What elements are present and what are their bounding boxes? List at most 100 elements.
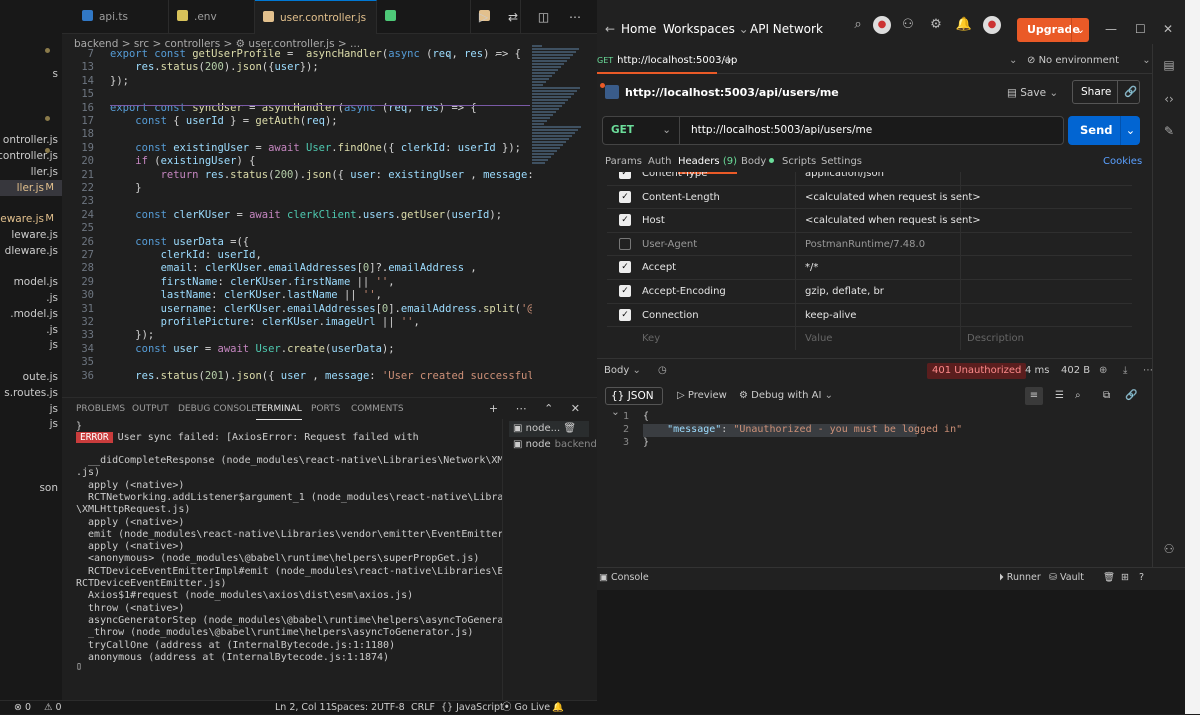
code-line[interactable]: const clerKUser = await clerkClient.user… (110, 209, 502, 221)
header-row[interactable]: User-Agent PostmanRuntime/7.48.0 (607, 232, 1132, 257)
go-live-button[interactable]: ⦿ Go Live (502, 701, 550, 715)
layout-icon[interactable]: ⊞ (1121, 568, 1129, 588)
tab-problems[interactable]: PROBLEMS (76, 398, 125, 420)
avatar[interactable]: ● (873, 16, 891, 34)
response-time[interactable]: 4 ms (1025, 359, 1050, 383)
code-line[interactable]: res.status(200).json({user}); (110, 61, 318, 73)
code-line[interactable]: firstName: clerKUser.firstName || '', (110, 276, 395, 288)
invite-icon[interactable]: ⚇ (899, 16, 917, 34)
wrap-icon[interactable]: ≡ (1025, 387, 1043, 405)
header-checkbox[interactable] (619, 237, 631, 250)
terminal-output[interactable]: } ERROR User sync failed: [AxiosError: Re… (62, 419, 502, 700)
header-value[interactable]: <calculated when request is sent> (805, 209, 981, 232)
explorer-file[interactable]: .js (0, 290, 62, 306)
maximize-icon[interactable]: ☐ (1135, 0, 1146, 44)
header-key[interactable]: Accept-Encoding (642, 280, 726, 303)
tab-api-ts[interactable]: api.ts (74, 0, 169, 34)
code-line[interactable]: if (existingUser) { (110, 155, 255, 167)
debug-ai-button[interactable]: ⚙ Debug with AI ⌄ (739, 384, 833, 408)
header-value[interactable]: keep-alive (805, 304, 856, 327)
language-mode[interactable]: {} JavaScript (441, 701, 504, 715)
header-value[interactable]: <calculated when request is sent> (805, 186, 981, 209)
chevron-down-icon[interactable]: ⌄ (1071, 18, 1089, 42)
send-button[interactable]: Send ⌄ (1068, 116, 1140, 145)
tab-user-routes[interactable]: user.routes.js (377, 0, 471, 57)
status-badge[interactable]: 401 Unauthorized (927, 363, 1027, 379)
header-row[interactable]: ✓ Accept */* (607, 256, 1132, 280)
code-line[interactable]: lastName: clerKUser.lastName || '', (110, 289, 382, 301)
share-button[interactable]: Share 🔗 (1072, 80, 1140, 104)
code-line[interactable]: email: clerKUser.emailAddresses[0]?.emai… (110, 262, 477, 274)
explorer-file[interactable]: js (0, 337, 62, 353)
explorer-file[interactable]: leware.js (0, 227, 62, 243)
back-icon[interactable]: ← (605, 0, 615, 44)
runner-button[interactable]: ⏵ Runner (999, 568, 1041, 588)
code-line[interactable]: export const getUserProfile = asyncHandl… (110, 48, 521, 60)
cursor-position[interactable]: Ln 2, Col 11 (275, 701, 332, 715)
code-line[interactable]: profilePicture: clerKUser.imageUrl || ''… (110, 316, 420, 328)
search-icon[interactable]: ⌕ (849, 16, 867, 34)
explorer-file[interactable]: s.routes.js (0, 385, 62, 401)
explorer-file[interactable]: leware.js M (0, 211, 62, 227)
comments-icon[interactable]: ✎ (1161, 124, 1177, 140)
code-editor[interactable]: 7 export const getUserProfile = asyncHand… (62, 44, 532, 392)
header-row[interactable]: ✓ Content-Length <calculated when request … (607, 185, 1132, 210)
history-icon[interactable]: ◷ (658, 365, 667, 376)
header-row[interactable]: ✓ Content-Type application/json (607, 172, 1132, 186)
header-key[interactable]: Host (642, 209, 665, 232)
header-checkbox[interactable]: ✓ (619, 261, 631, 274)
encoding[interactable]: UTF-8 (377, 701, 405, 715)
filter-icon[interactable]: ☰ (1055, 384, 1064, 408)
code-line[interactable]: username: clerKUser.emailAddresses[0].em… (110, 303, 532, 315)
key-input[interactable]: Key (642, 327, 660, 350)
settings-icon[interactable]: ⚙ (927, 16, 945, 34)
tab-terminal[interactable]: TERMINAL (256, 398, 302, 420)
response-body-toggle[interactable]: Body ⌄ ◷ (604, 359, 667, 383)
code-line[interactable]: const { userId } = getAuth(req); (110, 115, 337, 127)
copy-icon[interactable]: ⧉ (1103, 384, 1110, 408)
preview-button[interactable]: ▷ Preview (677, 384, 727, 408)
explorer-file[interactable]: js (0, 401, 62, 417)
tab-params[interactable]: Params (605, 152, 642, 172)
header-key[interactable]: User-Agent (642, 233, 697, 256)
terminal-instance[interactable]: ▣ node backend (513, 437, 597, 453)
code-line[interactable]: }); (110, 75, 129, 87)
tab-scripts[interactable]: Scripts (782, 152, 816, 172)
request-tab[interactable]: GET http://localhost:5003/ap (597, 48, 737, 88)
close-icon[interactable]: ✕ (1163, 0, 1173, 44)
header-checkbox[interactable]: ✓ (619, 308, 631, 321)
code-line[interactable]: const user = await User.create(userData)… (110, 343, 394, 355)
tab-env[interactable]: .env backend (169, 0, 255, 57)
explorer-file[interactable]: ontroller.js (0, 132, 62, 148)
header-key[interactable]: Content-Length (642, 186, 720, 209)
new-tab-icon[interactable]: + (723, 48, 734, 74)
header-row[interactable]: ✓ Accept-Encoding gzip, deflate, br (607, 280, 1132, 304)
tab-comments[interactable]: COMMENTS (351, 398, 404, 420)
description-input[interactable]: Description (967, 327, 1024, 350)
format-select[interactable]: {} JSON ⌄ (605, 387, 663, 418)
vault-button[interactable]: ⛁ Vault (1049, 568, 1084, 588)
explorer-file[interactable]: s (0, 66, 62, 82)
chevron-down-icon[interactable]: ⌄ (1120, 116, 1140, 145)
response-size[interactable]: 402 B (1061, 359, 1090, 383)
tab-headers[interactable]: Headers (9) (678, 152, 737, 174)
errors-count[interactable]: ⊗ 0 (14, 701, 31, 715)
tab-user-controller[interactable]: user.controller.js M (255, 0, 377, 58)
header-row-new[interactable]: Key Value Description (607, 327, 1132, 350)
editor-actions[interactable]: ▷ ⇄ ◫ ⋯ (479, 0, 589, 34)
code-line[interactable]: res.status(201).json({ user , message: '… (110, 370, 532, 382)
upgrade-button[interactable]: Upgrade ⌄ (1017, 18, 1089, 42)
link-icon[interactable]: 🔗 (1125, 384, 1137, 408)
environment-select[interactable]: ⊘ No environment ⌄ (1027, 48, 1151, 74)
header-key[interactable]: Connection (642, 304, 699, 327)
indentation[interactable]: Spaces: 2 (331, 701, 377, 715)
tab-auth[interactable]: Auth (648, 152, 671, 172)
code-line[interactable]: clerkId: userId, (110, 249, 262, 261)
header-row[interactable]: ✓ Host <calculated when request is sent> (607, 209, 1132, 233)
tab-ports[interactable]: PORTS (311, 398, 340, 420)
explorer-file[interactable]: ller.js M (0, 180, 62, 196)
save-button[interactable]: ▤ Save ⌄ (1007, 82, 1058, 104)
info-icon[interactable]: ⚇ (1161, 542, 1177, 558)
header-value[interactable]: gzip, deflate, br (805, 280, 884, 303)
code-line[interactable]: const existingUser = await User.findOne(… (110, 142, 521, 154)
